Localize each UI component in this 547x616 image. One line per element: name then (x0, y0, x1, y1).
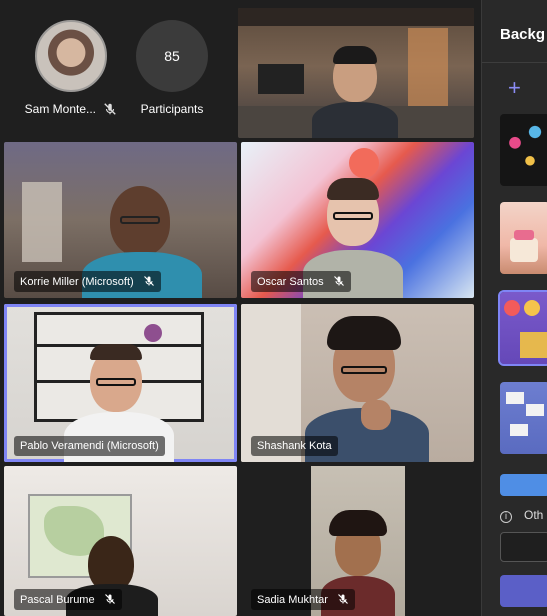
meeting-stage: Sam Monte... 85 Participants Korrie Mill… (0, 0, 547, 616)
background-effects-panel: Backg + i Oth (481, 0, 547, 616)
avatar (35, 20, 107, 92)
participant-name-tag: Korrie Miller (Microsoft) (14, 271, 161, 292)
info-row: i Oth (500, 508, 543, 523)
participant-name-tag: Pablo Veramendi (Microsoft) (14, 436, 165, 456)
video-tile-sadia[interactable]: Sadia Mukhtar (241, 466, 474, 616)
plus-icon[interactable]: + (508, 77, 521, 99)
mic-off-icon (143, 276, 154, 286)
participant-body (312, 102, 398, 138)
participant-name-tag: Shashank Kota (251, 436, 338, 456)
video-tile-korrie[interactable]: Korrie Miller (Microsoft) (4, 142, 237, 298)
video-tile-shashank[interactable]: Shashank Kota (241, 304, 474, 462)
mic-off-icon (333, 276, 344, 286)
video-tile-pascal[interactable]: Pascal Burume (4, 466, 237, 616)
preview-button[interactable] (500, 532, 547, 562)
participant-name-tag: Pascal Burume (14, 589, 122, 610)
background-option-notes[interactable] (500, 382, 547, 454)
participants-count: 85 (136, 20, 208, 92)
preview-toggle[interactable] (500, 474, 547, 496)
video-tile-oscar[interactable]: Oscar Santos (241, 142, 474, 298)
panel-title: Backg (500, 26, 546, 43)
mic-off-icon (104, 103, 117, 115)
attendee-name: Sam Monte... (24, 102, 97, 116)
background-option-cake[interactable] (500, 202, 547, 274)
panel-divider (482, 62, 547, 63)
mic-off-icon (338, 594, 348, 604)
background-option-library[interactable] (498, 290, 547, 366)
mic-off-icon (104, 594, 115, 604)
info-icon: i (500, 511, 512, 523)
attendee-chip-sam[interactable]: Sam Monte... (16, 20, 126, 124)
video-tile-room[interactable] (238, 8, 474, 138)
video-tile-pablo[interactable]: Pablo Veramendi (Microsoft) (4, 304, 237, 462)
participants-chip[interactable]: 85 Participants (117, 20, 227, 124)
apply-button[interactable] (500, 575, 547, 607)
participants-label: Participants (140, 102, 204, 116)
participant-name-tag: Oscar Santos (251, 271, 351, 292)
background-option-bokeh[interactable] (500, 114, 547, 186)
participant-name-tag: Sadia Mukhtar (251, 589, 355, 610)
